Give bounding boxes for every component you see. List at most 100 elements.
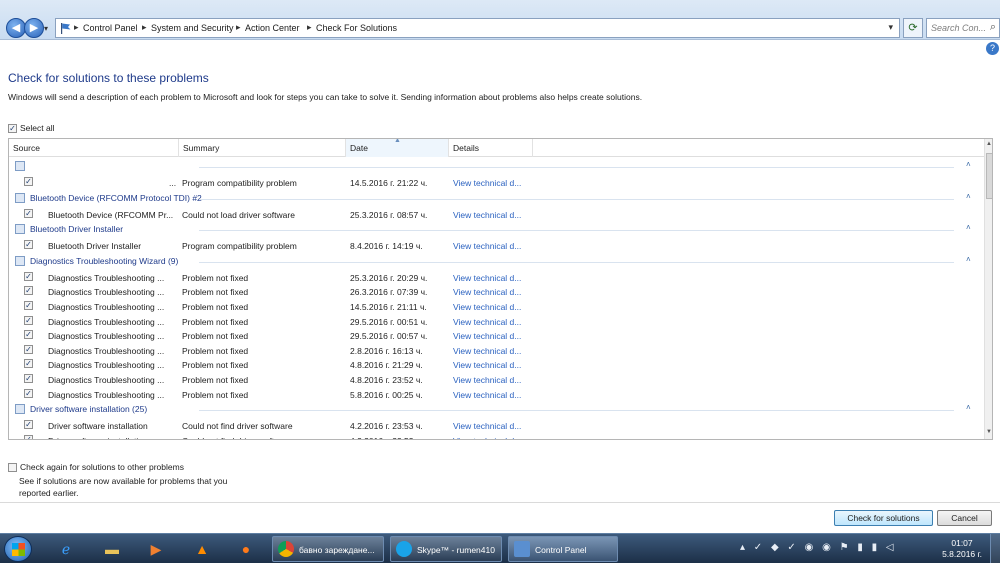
media-player-icon[interactable]: ▶ <box>142 538 170 560</box>
problem-row[interactable]: ✓ Diagnostics Troubleshooting ... Problem … <box>9 271 981 285</box>
back-button[interactable]: ◀ <box>6 18 26 38</box>
check-again-label[interactable]: Check again for solutions to other probl… <box>20 462 184 472</box>
breadcrumb-control-panel[interactable]: Control Panel <box>83 23 138 33</box>
problem-date: 8.4.2016 г. 14:19 ч. <box>350 241 423 252</box>
problem-checkbox[interactable]: ✓ <box>24 434 33 439</box>
problem-summary: Program compatibility problem <box>182 241 297 252</box>
taskbar-chrome-window[interactable]: бавно зареждане... <box>272 536 384 562</box>
group-header[interactable]: Diagnostics Troubleshooting Wizard (9) ˄ <box>9 254 981 269</box>
problem-row[interactable]: ✓ Diagnostics Troubleshooting ... Problem … <box>9 285 981 299</box>
forward-button[interactable]: ▶ <box>24 18 44 38</box>
group-header[interactable]: Driver software installation (25) ˄ <box>9 402 981 417</box>
problem-row[interactable]: ✓ Bluetooth Driver Installer Program compa… <box>9 239 981 253</box>
column-details[interactable]: Details <box>449 139 533 157</box>
check-again-checkbox[interactable] <box>8 463 17 473</box>
problem-checkbox[interactable]: ✓ <box>24 359 33 369</box>
problem-checkbox[interactable]: ✓ <box>24 420 33 430</box>
scroll-thumb[interactable] <box>986 153 992 199</box>
select-all-checkbox[interactable]: ✓ <box>8 124 17 134</box>
taskbar-skype-window[interactable]: Skype™ - rumen410 <box>390 536 502 562</box>
problem-row[interactable]: ✓ Diagnostics Troubleshooting ... Problem … <box>9 315 981 329</box>
problem-row[interactable]: ✓ Diagnostics Troubleshooting ... Problem … <box>9 329 981 343</box>
group-header[interactable]: Bluetooth Driver Installer ˄ <box>9 222 981 237</box>
system-clock[interactable]: 01:07 5.8.2016 г. <box>940 538 984 560</box>
problem-row[interactable]: ✓ Diagnostics Troubleshooting ... Problem … <box>9 388 981 402</box>
address-history-dropdown-icon[interactable]: ▾ <box>888 22 893 33</box>
breadcrumb-separator: ▸ <box>307 22 312 32</box>
view-technical-details-link[interactable]: View technical d... <box>453 436 521 439</box>
select-all-label[interactable]: Select all <box>20 123 55 133</box>
collapse-chevron-icon[interactable]: ˄ <box>966 192 971 201</box>
breadcrumb-system-security[interactable]: System and Security <box>151 23 234 33</box>
view-technical-details-link[interactable]: View technical d... <box>453 302 521 312</box>
breadcrumb-check-for-solutions[interactable]: Check For Solutions <box>316 23 397 33</box>
group-header[interactable]: ˄ <box>9 159 981 174</box>
view-technical-details-link[interactable]: View technical d... <box>453 346 521 356</box>
problem-checkbox[interactable]: ✓ <box>24 388 33 398</box>
view-technical-details-link[interactable]: View technical d... <box>453 178 521 188</box>
problem-row[interactable]: ✓ Diagnostics Troubleshooting ... Problem … <box>9 373 981 387</box>
view-technical-details-link[interactable]: View technical d... <box>453 331 521 341</box>
problem-checkbox[interactable]: ✓ <box>24 315 33 325</box>
cancel-button[interactable]: Cancel <box>937 510 992 526</box>
taskbar-control-panel-window[interactable]: Control Panel <box>508 536 618 562</box>
view-technical-details-link[interactable]: View technical d... <box>453 390 521 400</box>
internet-explorer-icon[interactable]: ℯ <box>52 538 80 560</box>
show-desktop-button[interactable] <box>990 534 1000 563</box>
scroll-down-icon[interactable]: ▼ <box>986 429 992 435</box>
problem-source: Diagnostics Troubleshooting ... <box>48 316 165 327</box>
problem-row[interactable]: ✓ Driver software installation Could not f… <box>9 419 981 433</box>
problem-row[interactable]: ✓ Diagnostics Troubleshooting ... Problem … <box>9 300 981 314</box>
program-icon <box>15 161 25 171</box>
collapse-chevron-icon[interactable]: ˄ <box>966 255 971 264</box>
problem-row[interactable]: ✓ Diagnostics Troubleshooting ... Problem … <box>9 358 981 372</box>
problem-checkbox[interactable]: ✓ <box>24 271 33 281</box>
problem-checkbox[interactable]: ✓ <box>24 301 33 310</box>
refresh-button[interactable]: ⟳ <box>903 18 923 38</box>
scroll-up-icon[interactable]: ▲ <box>986 141 992 147</box>
vertical-scrollbar[interactable]: ▲ ▼ <box>984 139 992 439</box>
collapse-chevron-icon[interactable]: ˄ <box>966 403 971 412</box>
problem-row[interactable]: ✓... Program compatibility problem 14.5.20… <box>9 176 981 190</box>
view-technical-details-link[interactable]: View technical d... <box>453 421 521 431</box>
column-source[interactable]: Source <box>9 139 179 157</box>
vlc-icon[interactable]: ▲ <box>188 538 216 560</box>
problem-checkbox[interactable]: ✓ <box>24 330 33 340</box>
view-technical-details-link[interactable]: View technical d... <box>453 317 521 327</box>
problem-date: 4.2.2016 г. 23:53 ч. <box>350 421 423 432</box>
view-technical-details-link[interactable]: View technical d... <box>453 375 521 385</box>
problems-list[interactable]: Source Summary Date Details ▲ ˄ ✓... Progr… <box>8 138 993 440</box>
problem-date: 26.3.2016 г. 07:39 ч. <box>350 287 428 298</box>
firefox-icon[interactable]: ● <box>232 538 260 560</box>
help-icon[interactable]: ? <box>986 42 999 55</box>
start-button[interactable] <box>4 536 32 562</box>
collapse-chevron-icon[interactable]: ˄ <box>966 160 971 169</box>
notification-area[interactable]: ▴ ✓ ◆ ✓ ◉ ◉ ⚑ ▮ ▮ ◁ <box>740 542 897 553</box>
problem-checkbox[interactable]: ✓ <box>24 286 33 296</box>
group-header[interactable]: Bluetooth Device (RFCOMM Protocol TDI) #… <box>9 191 981 206</box>
breadcrumb-separator: ▸ <box>142 22 147 32</box>
breadcrumb-action-center[interactable]: Action Center <box>245 23 300 33</box>
view-technical-details-link[interactable]: View technical d... <box>453 210 521 220</box>
view-technical-details-link[interactable]: View technical d... <box>453 360 521 370</box>
address-bar[interactable]: ▸ Control Panel ▸ System and Security ▸ … <box>55 18 900 38</box>
problem-checkbox[interactable]: ✓ <box>24 208 33 218</box>
problem-row[interactable]: ✓ Driver software installation Could not f… <box>9 434 981 439</box>
problem-row[interactable]: ✓ Bluetooth Device (RFCOMM Pr... Could not… <box>9 208 981 222</box>
recent-pages-dropdown[interactable]: ▾ <box>44 24 48 33</box>
view-technical-details-link[interactable]: View technical d... <box>453 287 521 297</box>
problem-source: Diagnostics Troubleshooting ... <box>48 360 165 371</box>
file-explorer-icon[interactable]: ▬ <box>98 538 126 560</box>
problem-checkbox[interactable]: ✓ <box>24 344 33 354</box>
problem-checkbox[interactable]: ✓ <box>24 374 33 383</box>
collapse-chevron-icon[interactable]: ˄ <box>966 223 971 232</box>
view-technical-details-link[interactable]: View technical d... <box>453 273 521 283</box>
problem-checkbox[interactable]: ✓ <box>24 240 33 250</box>
problem-checkbox[interactable]: ✓ <box>24 177 33 186</box>
column-summary[interactable]: Summary <box>179 139 346 157</box>
problem-date: 14.5.2016 г. 21:11 ч. <box>350 302 427 312</box>
check-for-solutions-button[interactable]: Check for solutions <box>834 510 933 526</box>
problem-row[interactable]: ✓ Diagnostics Troubleshooting ... Problem … <box>9 344 981 358</box>
search-box[interactable]: Search Con... ⌕ <box>926 18 1000 38</box>
view-technical-details-link[interactable]: View technical d... <box>453 241 521 251</box>
